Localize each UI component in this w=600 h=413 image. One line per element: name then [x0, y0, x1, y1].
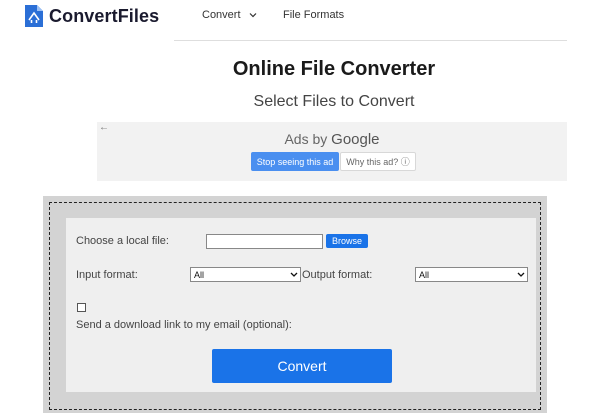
stop-seeing-ad-button[interactable]: Stop seeing this ad: [251, 152, 339, 171]
converter-form: Choose a local file: Browse Input format…: [66, 218, 536, 392]
email-checkbox[interactable]: [77, 303, 86, 312]
header-divider: [174, 40, 567, 41]
input-format-label: Input format:: [76, 269, 138, 281]
chevron-down-icon: [249, 13, 256, 18]
page-title: Online File Converter: [232, 58, 436, 80]
file-path-input[interactable]: [206, 234, 323, 249]
convert-button[interactable]: Convert: [212, 349, 392, 383]
ads-by-label: Ads by: [284, 131, 328, 147]
input-format-value: All: [194, 269, 205, 280]
output-format-label: Output format:: [302, 269, 373, 281]
ads-by-google: Ads by Google: [97, 131, 567, 148]
choose-file-label: Choose a local file:: [76, 235, 169, 247]
google-label: Google: [331, 131, 380, 148]
input-format-select[interactable]: All: [190, 267, 301, 282]
browse-button[interactable]: Browse: [326, 234, 368, 248]
converter-panel: Choose a local file: Browse Input format…: [43, 196, 547, 413]
chevron-down-icon: [290, 272, 298, 277]
email-link-label: Send a download link to my email (option…: [76, 319, 292, 331]
brand-logo[interactable]: ConvertFiles: [25, 5, 159, 27]
why-this-ad-button[interactable]: Why this ad? ⓘ: [340, 152, 416, 171]
file-convert-logo-icon: [25, 5, 43, 27]
nav-file-formats[interactable]: File Formats: [283, 9, 344, 21]
chevron-down-icon: [517, 272, 525, 277]
dropzone-border: Choose a local file: Browse Input format…: [49, 202, 541, 410]
output-format-value: All: [419, 269, 430, 280]
output-format-select[interactable]: All: [415, 267, 528, 282]
ad-banner: ← Ads by Google Stop seeing this ad Why …: [97, 122, 567, 181]
nav-convert-dropdown[interactable]: Convert: [202, 9, 257, 21]
nav-convert-label: Convert: [202, 9, 241, 21]
page-subtitle: Select Files to Convert: [253, 93, 415, 110]
brand-name: ConvertFiles: [49, 5, 160, 26]
